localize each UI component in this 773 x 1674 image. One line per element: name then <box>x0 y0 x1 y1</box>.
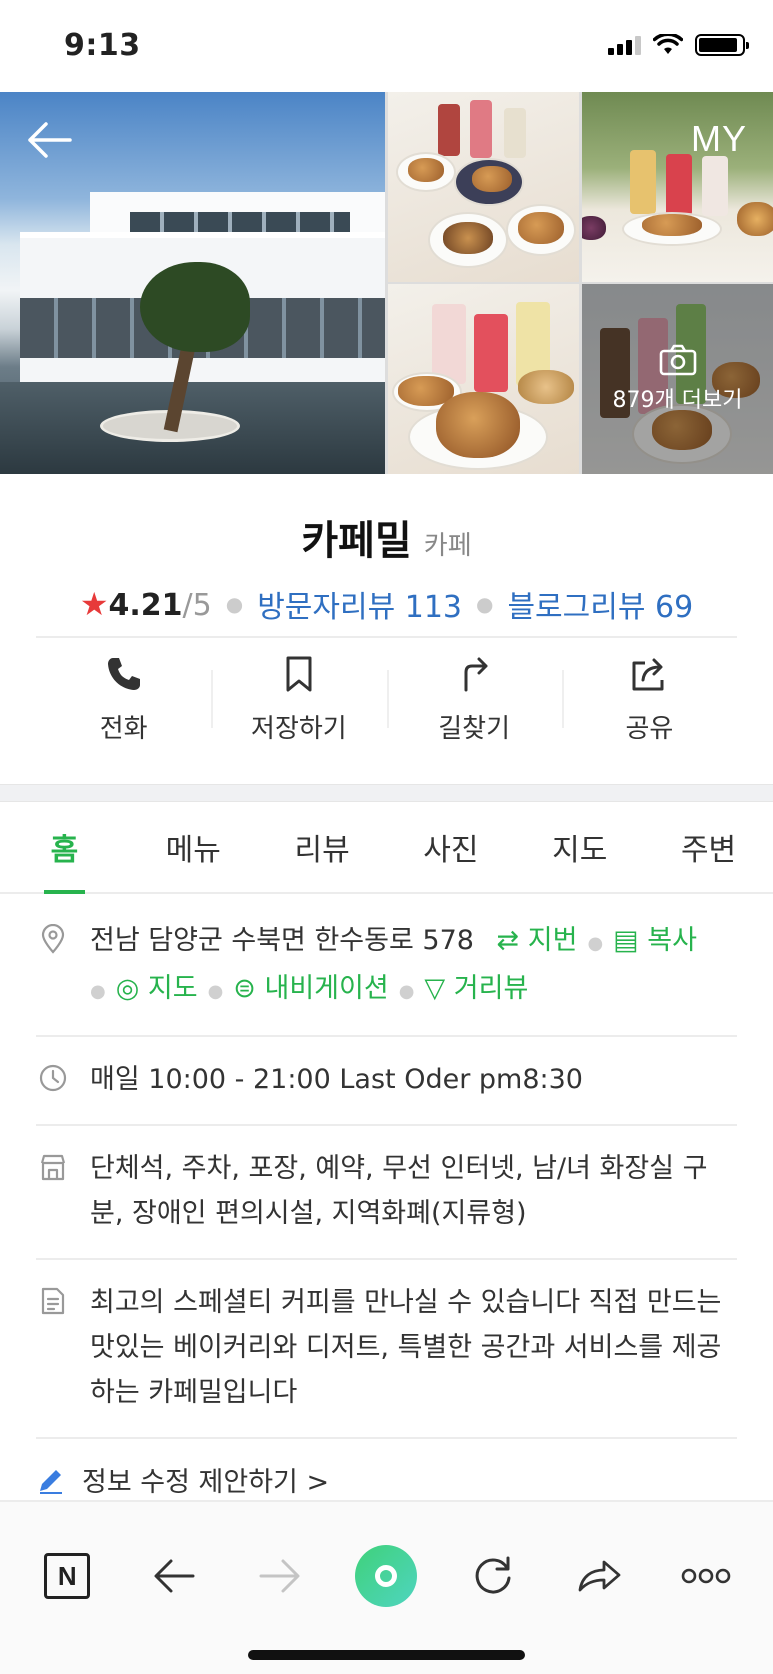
copy-label: 복사 <box>647 925 697 956</box>
jibun-link[interactable]: ⇄ 지번 <box>497 925 578 956</box>
more-photos-label: 879개 더보기 <box>612 388 743 413</box>
description-row: 최고의 스페셜티 커피를 만나실 수 있습니다 직접 만드는 맛있는 베이커리와… <box>36 1280 737 1415</box>
rating-value: 4.21 <box>108 588 183 623</box>
more-button[interactable] <box>666 1536 746 1616</box>
status-time: 9:13 <box>64 28 141 63</box>
wifi-icon <box>653 34 683 54</box>
call-button[interactable]: 전화 <box>36 640 211 758</box>
map-link[interactable]: ◎ 지도 <box>116 973 198 1004</box>
car-icon: ⊜ <box>233 973 256 1004</box>
divider <box>36 636 737 638</box>
divider <box>36 1124 737 1126</box>
green-home-button[interactable] <box>346 1536 426 1616</box>
browser-share-button[interactable] <box>559 1536 639 1616</box>
document-icon <box>36 1280 70 1415</box>
directions-button[interactable]: 길찾기 <box>386 640 562 758</box>
save-button[interactable]: 저장하기 <box>211 640 386 758</box>
browser-bottom-bar: N <box>0 1500 773 1674</box>
my-button[interactable]: MY <box>691 118 747 160</box>
suggest-edit-link[interactable]: 정보 수정 제안하기 > <box>36 1460 329 1499</box>
clock-icon <box>36 1057 70 1102</box>
forward-arrow-icon <box>259 1559 300 1593</box>
status-bar: 9:13 <box>0 0 773 92</box>
street-view-icon: ▽ <box>424 973 446 1004</box>
place-name: 카페밀 <box>301 518 412 564</box>
photo-grid[interactable]: MY 879개 더보기 <box>0 92 773 474</box>
browser-forward-button[interactable] <box>240 1536 320 1616</box>
home-circle-icon <box>355 1545 418 1607</box>
action-buttons: 전화 저장하기 길찾기 공유 <box>36 640 737 758</box>
location-pin-icon <box>36 918 70 1014</box>
facilities-text: 단체석, 주차, 포장, 예약, 무선 인터넷, 남/녀 화장실 구분, 장애인… <box>90 1153 708 1229</box>
hours-text: 매일 10:00 - 21:00 Last Oder pm8:30 <box>90 1064 583 1095</box>
description-text: 최고의 스페셜티 커피를 만나실 수 있습니다 직접 만드는 맛있는 베이커리와… <box>90 1287 722 1408</box>
pencil-icon <box>40 1469 62 1494</box>
map-pin-icon: ◎ <box>115 973 140 1004</box>
divider <box>36 1258 737 1260</box>
jibun-label: 지번 <box>527 925 578 956</box>
place-title-section: 카페밀 카페 ★4.21/5 ● 방문자리뷰 113 ● 블로그리뷰 69 <box>0 474 773 626</box>
back-arrow-icon <box>154 1559 195 1593</box>
status-icons <box>608 34 749 56</box>
tab-nearby[interactable]: 주변 <box>644 802 773 892</box>
tab-bar: 홈 메뉴 리뷰 사진 지도 주변 <box>0 802 773 894</box>
save-label: 저장하기 <box>251 713 347 744</box>
call-label: 전화 <box>99 713 148 744</box>
phone-icon <box>107 657 140 690</box>
back-arrow-icon[interactable] <box>26 120 76 160</box>
reload-button[interactable] <box>453 1536 533 1616</box>
map-label: 지도 <box>147 973 198 1004</box>
hours-row[interactable]: 매일 10:00 - 21:00 Last Oder pm8:30 <box>36 1057 737 1102</box>
share-button[interactable]: 공유 <box>561 640 737 758</box>
bookmark-icon <box>286 656 312 691</box>
tab-menu[interactable]: 메뉴 <box>129 802 258 892</box>
copy-link[interactable]: ▤ 복사 <box>613 925 697 956</box>
separator-dot: ● <box>225 592 244 616</box>
address-text: 전남 담양군 수북면 한수동로 578 <box>90 925 474 956</box>
more-photos-button[interactable]: 879개 더보기 <box>582 284 773 474</box>
divider <box>36 1035 737 1037</box>
tab-review[interactable]: 리뷰 <box>258 802 387 892</box>
camera-icon <box>659 344 696 376</box>
home-indicator <box>248 1650 525 1660</box>
divider <box>36 1437 737 1439</box>
address-row: 전남 담양군 수북면 한수동로 578 ⇄ 지번 ● ▤ 복사 ● ◎ 지도 ● ⊜ 내비… <box>36 918 737 1014</box>
naver-home-button[interactable]: N <box>27 1536 107 1616</box>
share-arrow-icon <box>578 1560 621 1592</box>
reload-icon <box>475 1556 511 1594</box>
blog-review-link[interactable]: 블로그리뷰 69 <box>507 582 693 626</box>
food-photo-1[interactable] <box>388 92 579 282</box>
section-separator <box>0 784 773 802</box>
copy-icon: ▤ <box>613 925 639 956</box>
visitor-review-link[interactable]: 방문자리뷰 113 <box>257 582 462 626</box>
swap-icon: ⇄ <box>496 925 520 956</box>
store-icon <box>36 1146 70 1236</box>
tab-photo[interactable]: 사진 <box>386 802 515 892</box>
battery-icon <box>695 34 749 56</box>
navigation-label: 내비게이션 <box>264 973 389 1004</box>
street-view-label: 거리뷰 <box>453 973 529 1004</box>
food-photo-3[interactable] <box>388 284 579 474</box>
cellular-signal-icon <box>608 35 641 55</box>
facilities-row: 단체석, 주차, 포장, 예약, 무선 인터넷, 남/녀 화장실 구분, 장애인… <box>36 1146 737 1236</box>
directions-label: 길찾기 <box>438 713 510 744</box>
star-icon: ★ <box>79 585 109 623</box>
rating-row: ★4.21/5 ● 방문자리뷰 113 ● 블로그리뷰 69 <box>0 582 773 626</box>
navigation-link[interactable]: ⊜ 내비게이션 <box>233 973 388 1004</box>
rating-max: /5 <box>182 588 212 623</box>
separator-dot: ● <box>476 592 494 616</box>
naver-logo-icon: N <box>44 1553 91 1599</box>
directions-icon <box>464 657 488 691</box>
more-icon <box>681 1568 731 1584</box>
share-icon <box>632 658 664 690</box>
place-category: 카페 <box>423 531 472 561</box>
tab-home[interactable]: 홈 <box>0 802 129 894</box>
share-label: 공유 <box>625 713 674 744</box>
street-view-link[interactable]: ▽ 거리뷰 <box>424 973 528 1004</box>
tab-map[interactable]: 지도 <box>515 802 644 892</box>
suggest-edit-label: 정보 수정 제안하기 > <box>82 1467 330 1498</box>
browser-back-button[interactable] <box>134 1536 214 1616</box>
